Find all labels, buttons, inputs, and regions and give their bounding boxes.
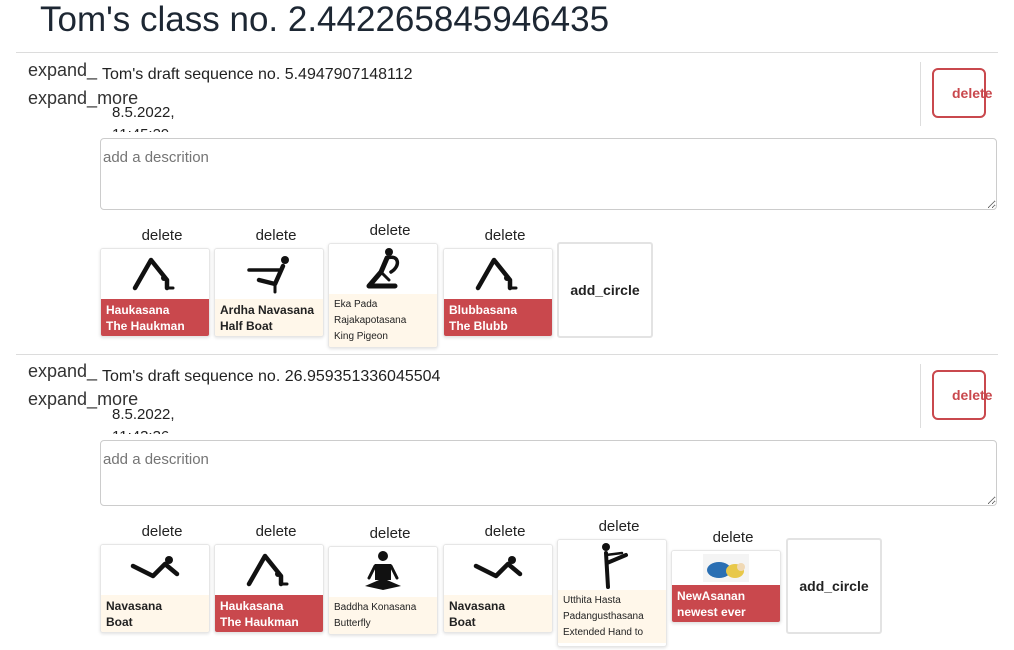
pose-card[interactable]: Baddha Konasana Butterfly xyxy=(328,546,438,635)
pose-label: Navasana Boat xyxy=(444,595,552,632)
sequence-title[interactable]: Tom's draft sequence no. 26.959351336045… xyxy=(102,368,440,386)
pose-name: Navasana xyxy=(449,599,506,613)
delete-pose-link[interactable]: delete xyxy=(221,523,331,540)
expand-toggle[interactable]: expand_ expand_more xyxy=(28,56,139,112)
pose-card[interactable]: NewAsanan newest ever xyxy=(671,550,781,623)
divider xyxy=(16,354,998,355)
pose-name: Utthita Hasta Padangusthasana xyxy=(563,595,644,622)
delete-pose-link[interactable]: delete xyxy=(678,529,788,546)
vertical-divider xyxy=(920,364,921,428)
standing-hand-to-toe-pose-icon xyxy=(558,540,666,590)
description-input[interactable] xyxy=(100,138,997,210)
delete-pose-link[interactable]: delete xyxy=(450,523,560,540)
pose-label: Ardha Navasana Half Boat xyxy=(215,299,323,336)
photo-thumbnail-icon xyxy=(672,551,780,585)
sequence-time: 11:43:36 xyxy=(112,426,192,434)
description-input[interactable] xyxy=(100,440,997,506)
downward-dog-pose-icon xyxy=(101,249,209,299)
pose-label: Blubbasana The Blubb xyxy=(444,299,552,336)
pose-name: Ardha Navasana xyxy=(220,303,315,317)
sequence-date: 8.5.2022, xyxy=(112,406,175,423)
boat-pose-icon xyxy=(101,545,209,595)
expand-more-label: expand_more xyxy=(28,88,139,108)
pose-subname: Extended Hand to xyxy=(563,627,644,638)
pigeon-pose-icon xyxy=(329,244,437,294)
pose-subname: Boat xyxy=(449,615,476,629)
downward-dog-pose-icon xyxy=(215,545,323,595)
pose-name: Eka Pada Rajakapotasana xyxy=(334,299,407,326)
pose-label: Haukasana The Haukman xyxy=(215,595,323,632)
sequence-timestamp: 8.5.2022, 11:43:36 xyxy=(112,404,192,434)
pose-card[interactable]: Ardha Navasana Half Boat xyxy=(214,248,324,337)
sequence-time: 11:45:29 xyxy=(112,124,192,132)
delete-sequence-button[interactable]: delete xyxy=(932,370,992,420)
sequence-title[interactable]: Tom's draft sequence no. 5.4947907148112 xyxy=(102,66,413,84)
expand-more-label: expand_more xyxy=(28,389,139,409)
pose-subname: The Haukman xyxy=(220,615,299,629)
pose-name: Haukasana xyxy=(220,599,284,613)
pose-card[interactable]: Haukasana The Haukman xyxy=(214,544,324,633)
pose-subname: Butterfly xyxy=(334,618,371,629)
pose-card[interactable]: Blubbasana The Blubb xyxy=(443,248,553,337)
boat-pose-icon xyxy=(215,249,323,299)
pose-label: Haukasana The Haukman xyxy=(101,299,209,336)
pose-label: Navasana Boat xyxy=(101,595,209,632)
pose-subname: newest ever xyxy=(677,605,746,619)
delete-sequence-button[interactable]: delete xyxy=(932,68,992,118)
delete-pose-link[interactable]: delete xyxy=(107,227,217,244)
delete-pose-link[interactable]: delete xyxy=(450,227,560,244)
pose-subname: The Blubb xyxy=(449,319,508,333)
pose-label: Utthita Hasta Padangusthasana Extended H… xyxy=(558,590,666,643)
vertical-divider xyxy=(920,62,921,126)
boat-pose-icon xyxy=(444,545,552,595)
sequence-timestamp: 8.5.2022, 11:45:29 xyxy=(112,102,192,132)
pose-card[interactable]: Eka Pada Rajakapotasana King Pigeon xyxy=(328,243,438,348)
pose-card[interactable]: Navasana Boat xyxy=(100,544,210,633)
delete-pose-link[interactable]: delete xyxy=(221,227,331,244)
add-pose-button[interactable]: add_circle xyxy=(557,242,653,338)
pose-subname: King Pigeon xyxy=(334,331,388,342)
pose-label: Baddha Konasana Butterfly xyxy=(329,597,437,634)
butterfly-pose-icon xyxy=(329,547,437,597)
pose-subname: Half Boat xyxy=(220,319,273,333)
pose-label: Eka Pada Rajakapotasana King Pigeon xyxy=(329,294,437,347)
pose-card[interactable]: Utthita Hasta Padangusthasana Extended H… xyxy=(557,539,667,647)
pose-name: Baddha Konasana xyxy=(334,602,417,613)
delete-pose-link[interactable]: delete xyxy=(107,523,217,540)
pose-name: Navasana xyxy=(106,599,163,613)
pose-card[interactable]: Navasana Boat xyxy=(443,544,553,633)
delete-pose-link[interactable]: delete xyxy=(335,222,445,239)
delete-pose-link[interactable]: delete xyxy=(335,525,445,542)
divider xyxy=(16,52,998,53)
pose-name: Blubbasana xyxy=(449,303,518,317)
pose-name: NewAsanan xyxy=(677,589,746,603)
pose-subname: Boat xyxy=(106,615,133,629)
delete-pose-link[interactable]: delete xyxy=(564,518,674,535)
sequence-date: 8.5.2022, xyxy=(112,104,175,121)
pose-label: NewAsanan newest ever xyxy=(672,585,780,622)
pose-subname: The Haukman xyxy=(106,319,185,333)
pose-name: Haukasana xyxy=(106,303,170,317)
pose-card[interactable]: Haukasana The Haukman xyxy=(100,248,210,337)
add-pose-button[interactable]: add_circle xyxy=(786,538,882,634)
downward-dog-pose-icon xyxy=(444,249,552,299)
page-title: Tom's class no. 2.442265845946435 xyxy=(40,0,610,39)
